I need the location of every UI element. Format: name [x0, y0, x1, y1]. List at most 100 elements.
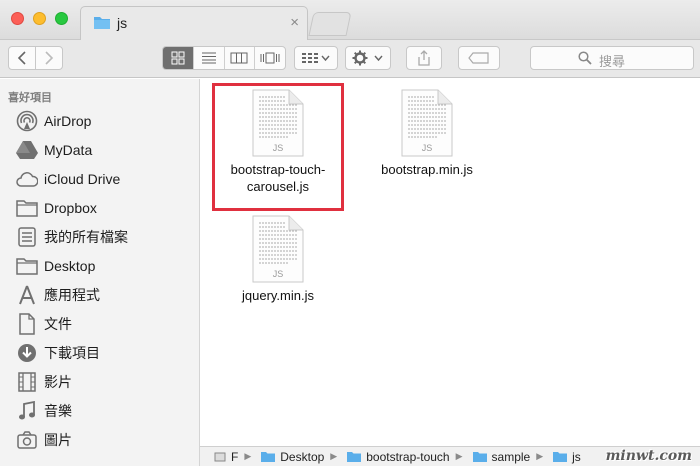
- sidebar-item-label: Dropbox: [44, 200, 97, 216]
- music-icon: [16, 400, 38, 422]
- sidebar-item-music[interactable]: 音樂: [0, 397, 199, 425]
- share-icon: [418, 50, 430, 66]
- tab-js[interactable]: js ×: [80, 6, 308, 40]
- sidebar-item-airdrop[interactable]: AirDrop: [0, 107, 199, 135]
- list-view-button[interactable]: [194, 47, 225, 69]
- column-view-button[interactable]: [225, 47, 256, 69]
- sidebar-item-icloud-drive[interactable]: iCloud Drive: [0, 165, 199, 193]
- path-item-label: js: [572, 449, 581, 464]
- path-item-label: F: [231, 449, 239, 464]
- sidebar-item-desktop[interactable]: Desktop: [0, 252, 199, 280]
- cloud-icon: [16, 168, 38, 190]
- close-window-button[interactable]: [11, 12, 24, 25]
- tab-title: js: [117, 15, 128, 31]
- arrange-button[interactable]: [294, 46, 338, 70]
- path-item-bootstrap-touch[interactable]: bootstrap-touch ▶: [347, 450, 468, 464]
- sidebar-item-label: Desktop: [44, 258, 96, 274]
- folder-icon: [472, 452, 487, 462]
- file-browser-content: JS bootstrap-touch- carousel.js JS boots…: [200, 79, 700, 446]
- folder-icon: [93, 15, 111, 35]
- share-button[interactable]: [406, 46, 442, 70]
- svg-text:JS: JS: [273, 269, 284, 279]
- sidebar-item-label: 下載項目: [44, 345, 100, 361]
- movies-icon: [16, 371, 38, 393]
- forward-button[interactable]: [35, 46, 63, 70]
- drive-icon: [214, 452, 226, 461]
- sidebar-item-downloads[interactable]: 下載項目: [0, 339, 199, 367]
- svg-text:JS: JS: [422, 143, 433, 153]
- sidebar-item-applications[interactable]: 應用程式: [0, 281, 199, 309]
- search-field[interactable]: 搜尋: [530, 46, 694, 70]
- js-file-icon: JS: [401, 89, 453, 157]
- path-item-label: Desktop: [280, 449, 325, 464]
- path-item-js[interactable]: js: [553, 450, 581, 464]
- zoom-window-button[interactable]: [55, 12, 68, 25]
- path-item-sample[interactable]: sample ▶: [472, 449, 550, 464]
- path-separator-icon: ▶: [455, 451, 463, 461]
- chevron-right-icon: [45, 51, 54, 65]
- sidebar: 喜好項目 AirDrop MyData iCloud Drive Dropbox…: [0, 79, 200, 466]
- tags-button[interactable]: [458, 46, 500, 70]
- file-name: bootstrap-touch- carousel.js: [213, 161, 343, 195]
- back-button[interactable]: [8, 46, 36, 70]
- sidebar-item-label: 我的所有檔案: [44, 229, 128, 245]
- file-item[interactable]: JS bootstrap.min.js: [362, 89, 492, 178]
- path-item-label: sample: [491, 449, 531, 464]
- sidebar-item-label: 影片: [44, 374, 72, 390]
- svg-text:JS: JS: [273, 143, 284, 153]
- sidebar-item-documents[interactable]: 文件: [0, 310, 199, 338]
- sidebar-item-label: 文件: [44, 316, 72, 332]
- search-placeholder: 搜尋: [599, 54, 626, 69]
- icon-view-button[interactable]: [163, 47, 194, 69]
- path-item-desktop[interactable]: Desktop ▶: [261, 450, 343, 464]
- file-name: jquery.min.js: [241, 288, 314, 303]
- search-icon: [578, 51, 592, 65]
- toolbar: 搜尋: [0, 40, 700, 78]
- camera-icon: [16, 429, 38, 451]
- file-item[interactable]: JS jquery.min.js: [213, 215, 343, 304]
- coverflow-view-button[interactable]: [255, 47, 285, 69]
- folder-icon: [16, 197, 38, 219]
- columns-icon: [230, 52, 248, 64]
- js-file-icon: JS: [252, 215, 304, 283]
- sidebar-item-label: 音樂: [44, 403, 72, 419]
- js-file-icon: JS: [252, 89, 304, 157]
- view-mode-group: [162, 46, 286, 70]
- sidebar-item-all-my-files[interactable]: 我的所有檔案: [0, 223, 199, 251]
- chevron-left-icon: [17, 51, 26, 65]
- sidebar-item-label: MyData: [44, 142, 93, 158]
- action-button[interactable]: [345, 46, 391, 70]
- minimize-window-button[interactable]: [33, 12, 46, 25]
- path-item-volume[interactable]: F ▶: [214, 450, 257, 464]
- sidebar-item-movies[interactable]: 影片: [0, 368, 199, 396]
- applications-icon: [16, 284, 38, 306]
- folder-icon: [16, 255, 38, 277]
- file-name-line: carousel.js: [246, 179, 310, 194]
- gear-icon: [352, 50, 383, 66]
- tab-close-icon[interactable]: ×: [290, 14, 299, 31]
- title-bar: js ×: [0, 0, 700, 40]
- folder-icon: [261, 452, 276, 462]
- arrange-icon: [302, 53, 330, 63]
- sidebar-item-label: 圖片: [44, 432, 72, 448]
- sidebar-item-dropbox[interactable]: Dropbox: [0, 194, 199, 222]
- folder-icon: [347, 452, 362, 462]
- tag-icon: [468, 52, 489, 64]
- all-files-icon: [16, 226, 38, 248]
- new-tab-button[interactable]: [308, 12, 352, 36]
- watermark: minwt.com: [605, 448, 692, 464]
- drive-icon: [16, 139, 38, 161]
- sidebar-item-mydata[interactable]: MyData: [0, 136, 199, 164]
- path-separator-icon: ▶: [536, 451, 544, 461]
- file-name-line: bootstrap-touch-: [230, 162, 326, 177]
- file-item[interactable]: JS bootstrap-touch- carousel.js: [213, 89, 343, 195]
- sidebar-item-label: iCloud Drive: [44, 171, 121, 187]
- sidebar-item-pictures[interactable]: 圖片: [0, 426, 199, 454]
- path-separator-icon: ▶: [244, 451, 252, 461]
- file-name: bootstrap.min.js: [381, 162, 473, 177]
- coverflow-icon: [260, 52, 280, 64]
- sidebar-item-label: AirDrop: [44, 113, 92, 129]
- sidebar-header: 喜好項目: [8, 92, 52, 104]
- path-item-label: bootstrap-touch: [366, 449, 450, 464]
- folder-icon: [553, 452, 568, 462]
